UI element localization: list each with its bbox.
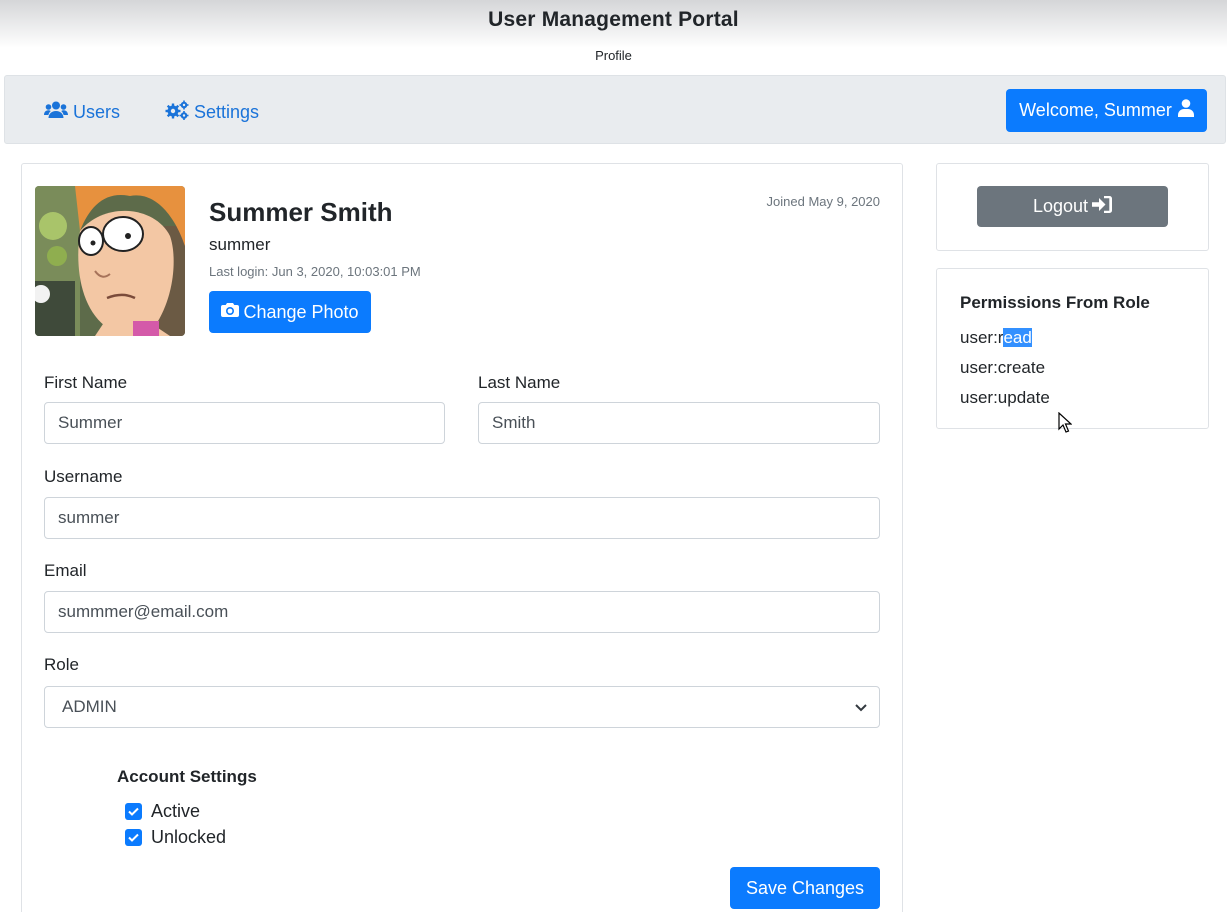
permission-text: user:r [960,328,1004,347]
active-checkbox[interactable] [125,803,142,820]
profile-avatar [35,186,185,336]
sign-in-icon [1092,195,1113,218]
permissions-title: Permissions From Role [960,293,1150,312]
nav-settings-link[interactable]: Settings [165,100,259,124]
nav-users-label: Users [73,101,121,122]
mouse-cursor-icon [1058,411,1073,438]
username-label: Username [44,467,123,486]
profile-username: summer [209,235,271,254]
check-icon [128,807,139,816]
last-name-input[interactable] [478,402,880,444]
change-photo-button[interactable]: Change Photo [209,291,371,333]
logout-card: Logout [936,163,1209,251]
logout-label: Logout [1032,196,1089,216]
unlocked-option: Unlocked [125,827,226,848]
role-selected-value: ADMIN [62,697,117,716]
role-label: Role [44,655,79,674]
role-select[interactable]: ADMIN [44,686,880,728]
joined-date: Joined May 9, 2020 [766,194,880,209]
app-header: User Management Portal Profile [0,0,1227,74]
welcome-label: Welcome, Summer [1019,100,1172,120]
users-icon [44,101,68,124]
welcome-user-button[interactable]: Welcome, Summer [1006,89,1207,132]
page-subtitle: Profile [595,48,632,63]
permissions-card: Permissions From Role user:read user:cre… [936,268,1209,429]
unlocked-label: Unlocked [151,827,227,847]
active-option: Active [125,801,200,822]
change-photo-label: Change Photo [243,301,359,322]
gears-icon [165,100,189,125]
first-name-label: First Name [44,373,128,392]
nav-users-link[interactable]: Users [44,100,120,124]
profile-card: Summer Smith summer Last login: Jun 3, 2… [21,163,903,912]
permission-item: user:create [960,358,1046,377]
last-login-text: Last login: Jun 3, 2020, 10:03:01 PM [209,264,421,279]
last-name-label: Last Name [478,373,561,392]
user-icon [1177,99,1194,122]
check-icon [128,833,139,842]
logout-button[interactable]: Logout [977,186,1168,227]
camera-icon [221,302,240,323]
selected-text: ead [1003,328,1032,347]
chevron-down-icon [855,697,867,717]
email-label: Email [44,561,87,580]
account-settings-title: Account Settings [117,767,257,786]
save-changes-button[interactable]: Save Changes [730,867,880,909]
page-title: User Management Portal [488,8,739,31]
email-input[interactable] [44,591,880,633]
first-name-input[interactable] [44,402,445,444]
profile-name: Summer Smith [209,197,393,227]
unlocked-checkbox[interactable] [125,829,142,846]
permission-item: user:update [960,388,1050,407]
username-input[interactable] [44,497,880,539]
active-label: Active [151,801,201,821]
top-navbar: Users Settings Welcome, Summer [4,75,1226,144]
permission-item: user:read [960,328,1032,348]
nav-settings-label: Settings [194,101,260,122]
